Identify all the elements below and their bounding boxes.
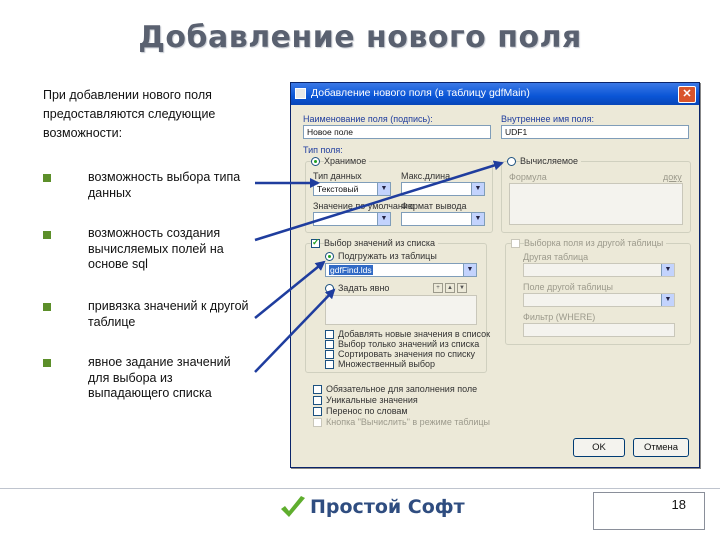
other-table-checkbox[interactable] (511, 239, 520, 248)
from-table-label: Подгружать из таблицы (338, 251, 437, 261)
close-icon[interactable]: ✕ (678, 86, 696, 103)
slide-title: Добавление нового поля (138, 20, 582, 55)
calc-button-checkbox[interactable] (313, 418, 322, 427)
chevron-down-icon[interactable]: ▼ (661, 264, 674, 276)
default-value-label: Значение по умолчанию (313, 201, 415, 211)
unique-label: Уникальные значения (326, 395, 418, 405)
source-table-value: gdfFind.lds (329, 265, 373, 275)
list-option-label-4: Множественный выбор (338, 359, 436, 369)
move-down-icon[interactable]: ▼ (457, 283, 467, 293)
field-name-input[interactable]: Новое поле (303, 125, 491, 139)
unique-checkbox[interactable] (313, 396, 322, 405)
source-table-select[interactable]: gdfFind.lds ▼ (325, 263, 477, 277)
other-table-filter-input[interactable] (523, 323, 675, 337)
list-option-checkbox-2[interactable] (325, 340, 334, 349)
calculated-radio[interactable] (507, 157, 516, 166)
bullet-data-type: возможность выбора типа данных (88, 170, 241, 200)
move-up-icon[interactable]: ▲ (445, 283, 455, 293)
data-type-label: Тип данных (313, 171, 362, 181)
app-icon (295, 88, 306, 99)
internal-name-input[interactable]: UDF1 (501, 125, 689, 139)
max-length-label: Макс.длина (401, 171, 451, 181)
word-wrap-checkbox[interactable] (313, 407, 322, 416)
add-field-dialog: Добавление нового поля (в таблицу gdfMai… (290, 82, 700, 468)
dialog-titlebar[interactable]: Добавление нового поля (в таблицу gdfMai… (291, 83, 699, 105)
from-table-radio[interactable] (325, 252, 334, 261)
manual-values-radio[interactable] (325, 284, 334, 293)
list-option-checkbox-3[interactable] (325, 350, 334, 359)
formula-textarea[interactable] (509, 183, 683, 225)
list-option-label-2: Выбор только значений из списка (338, 339, 480, 349)
other-table-name-select[interactable]: ▼ (523, 263, 675, 277)
bullet-calculated-fields: возможность создания вычисляемых полей н… (88, 226, 224, 271)
intro-text: При добавлении нового поля предоставляют… (43, 88, 216, 140)
other-table-field-label: Поле другой таблицы (523, 282, 613, 292)
footer-divider (0, 488, 720, 489)
bullet-other-table: привязка значений к другой таблице (88, 299, 249, 329)
logo-text: Простой Софт (310, 496, 465, 518)
chevron-down-icon[interactable]: ▼ (471, 183, 484, 195)
required-checkbox[interactable] (313, 385, 322, 394)
other-table-name-label: Другая таблица (523, 252, 589, 262)
internal-name-label: Внутреннее имя поля: (501, 114, 594, 124)
page-number-box: 18 (593, 492, 705, 530)
word-wrap-label: Перенос по словам (326, 406, 408, 416)
cancel-button[interactable]: Отмена (633, 438, 689, 457)
company-logo: Простой Софт (278, 494, 465, 522)
other-table-filter-label: Фильтр (WHERE) (523, 312, 596, 322)
required-label: Обязательное для заполнения поле (326, 384, 478, 394)
storage-radio[interactable] (311, 157, 320, 166)
chevron-down-icon[interactable]: ▼ (463, 264, 476, 276)
data-type-value: Текстовый (317, 184, 359, 194)
storage-radio-label: Хранимое (324, 156, 370, 166)
value-list-checkbox[interactable] (311, 237, 320, 248)
checkmark-icon (281, 496, 305, 517)
manual-values-label: Задать явно (338, 283, 390, 293)
max-length-select[interactable]: ▼ (401, 182, 485, 196)
calc-button-label: Кнопка "Вычислить" в режиме таблицы (326, 417, 491, 427)
list-option-label-3: Сортировать значения по списку (338, 349, 476, 359)
page-number: 18 (671, 497, 686, 512)
list-option-checkbox-4[interactable] (325, 360, 334, 369)
manual-values-textarea[interactable] (325, 295, 477, 325)
chevron-down-icon[interactable]: ▼ (471, 213, 484, 225)
field-name-label: Наименование поля (подпись): (303, 114, 433, 124)
formula-help-link[interactable]: доку (663, 172, 682, 182)
bullet-marker-4 (43, 359, 51, 367)
formula-label: Формула (509, 172, 547, 182)
calculated-radio-label: Вычисляемое (520, 156, 582, 166)
dialog-title: Добавление нового поля (в таблицу gdfMai… (311, 87, 530, 99)
field-type-label: Тип поля: (303, 145, 343, 155)
other-table-field-select[interactable]: ▼ (523, 293, 675, 307)
bullet-marker-2 (43, 231, 51, 239)
ok-button[interactable]: OK (573, 438, 625, 457)
output-format-select[interactable]: ▼ (401, 212, 485, 226)
bullet-marker-1 (43, 174, 51, 182)
add-value-icon[interactable]: + (433, 283, 443, 293)
output-format-label: Формат вывода (401, 201, 467, 211)
chevron-down-icon[interactable]: ▼ (377, 183, 390, 195)
bullet-explicit-values: явное задание значений для выбора из вып… (88, 355, 231, 400)
chevron-down-icon[interactable]: ▼ (377, 213, 390, 225)
chevron-down-icon[interactable]: ▼ (661, 294, 674, 306)
data-type-select[interactable]: Текстовый ▼ (313, 182, 391, 196)
default-value-select[interactable]: ▼ (313, 212, 391, 226)
bullet-marker-3 (43, 303, 51, 311)
other-table-label: Выборка поля из другой таблицы (524, 238, 667, 248)
list-option-checkbox-1[interactable] (325, 330, 334, 339)
value-list-label: Выбор значений из списка (324, 238, 438, 248)
list-option-label-1: Добавлять новые значения в список (338, 329, 491, 339)
